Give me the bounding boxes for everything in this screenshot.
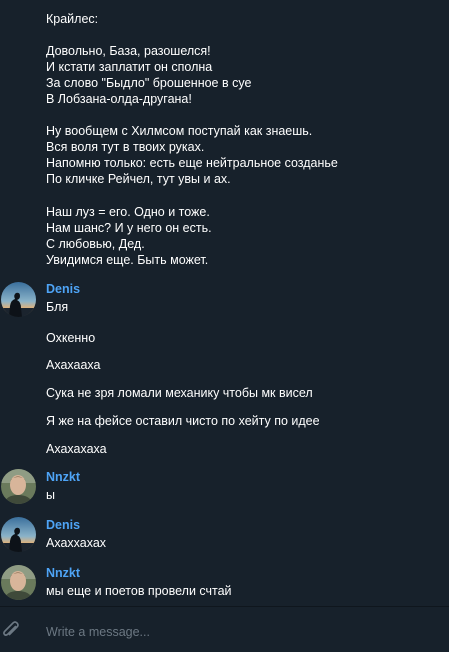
message-line: В Лобзана-олда-другана! bbox=[46, 92, 192, 106]
message-text: Охкенно bbox=[46, 331, 96, 345]
sender-name[interactable]: Nnzkt bbox=[46, 565, 80, 581]
message-line: По кличке Рейчел, тут увы и ах. bbox=[46, 172, 231, 186]
sunset-silhouette-avatar[interactable] bbox=[1, 282, 36, 317]
message-input[interactable]: Write a message... bbox=[46, 624, 150, 640]
message-line: Наш луз = его. Одно и тоже. bbox=[46, 205, 210, 219]
message-line: С любовью, Дед. bbox=[46, 237, 145, 251]
message-text: Ахахааха bbox=[46, 358, 101, 372]
sunset-silhouette-avatar[interactable] bbox=[1, 517, 36, 552]
message-line: Нам шанс? И у него он есть. bbox=[46, 221, 212, 235]
message-line: Крайлес: bbox=[46, 12, 99, 26]
message-text: мы еще и поетов провели счтай bbox=[46, 584, 232, 598]
sender-name[interactable]: Denis bbox=[46, 281, 80, 297]
message-text: ы bbox=[46, 488, 55, 502]
message-line: Вся воля тут в твоих руках. bbox=[46, 140, 205, 154]
message-text: Ахаххахах bbox=[46, 536, 107, 550]
message-line: Довольно, База, разошелся! bbox=[46, 44, 211, 58]
message-line: Напомню только: есть еще нейтральное соз… bbox=[46, 156, 338, 170]
message-text: Бля bbox=[46, 300, 69, 314]
sender-name[interactable]: Nnzkt bbox=[46, 469, 80, 485]
sender-name[interactable]: Denis bbox=[46, 517, 80, 533]
message-line: И кстати заплатит он сполна bbox=[46, 60, 213, 74]
person-photo-avatar[interactable] bbox=[1, 469, 36, 504]
person-photo-avatar[interactable] bbox=[1, 565, 36, 600]
message-text: Я же на фейсе оставил чисто по хейту по … bbox=[46, 414, 320, 428]
message-text: Ахахахаха bbox=[46, 442, 107, 456]
message-line: Ну вообщем с Хилмсом поступай как знаешь… bbox=[46, 124, 313, 138]
message-text: Сука не зря ломали механику чтобы мк вис… bbox=[46, 386, 313, 400]
message-line: За слово "Быдло" брошенное в суе bbox=[46, 76, 252, 90]
message-line: Увидимся еще. Быть может. bbox=[46, 253, 209, 267]
message-composer: Write a message... bbox=[0, 606, 449, 652]
paperclip-icon[interactable] bbox=[0, 619, 22, 641]
chat-history[interactable]: Крайлес: Довольно, База, разошелся! И кс… bbox=[0, 0, 449, 606]
